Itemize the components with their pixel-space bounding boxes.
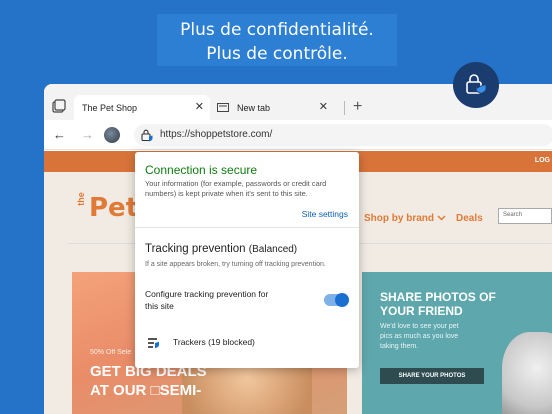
tab-label: New tab: [237, 102, 271, 113]
nav-deals[interactable]: Deals: [456, 213, 483, 224]
flyout-divider: [135, 227, 359, 228]
headline-line-2: Plus de contrôle.: [206, 44, 348, 64]
tab-actions-icon[interactable]: [51, 98, 67, 114]
login-link[interactable]: LOG: [535, 157, 550, 164]
promo-title: SHARE PHOTOS OF YOUR FRIEND: [380, 290, 496, 318]
tab-new-tab[interactable]: New tab ✕: [210, 95, 340, 120]
tracking-prevention-toggle[interactable]: [324, 293, 349, 307]
configure-tracking-label: Configure tracking prevention for this s…: [145, 289, 269, 311]
tracking-prevention-mode: (Balanced): [248, 244, 298, 255]
tab-close-icon[interactable]: ✕: [195, 100, 204, 113]
site-logo[interactable]: Pet: [89, 193, 138, 223]
cat-image: [502, 332, 552, 414]
tracking-prevention-heading: Tracking prevention (Balanced): [145, 243, 297, 255]
trackers-icon: [148, 338, 159, 349]
share-photos-button[interactable]: SHARE YOUR PHOTOS: [380, 368, 484, 384]
site-info-flyout: Connection is secure Your information (f…: [135, 152, 359, 368]
promo-body: We'd love to see your pet pics as much a…: [380, 323, 459, 350]
tab-divider: [344, 101, 345, 115]
shield-lock-icon: [453, 62, 499, 108]
site-logo-the: the: [75, 192, 86, 206]
nav-shop-by-brand[interactable]: Shop by brand: [364, 213, 446, 224]
connection-description: Your information (for example, passwords…: [145, 179, 327, 198]
site-info-lock-icon[interactable]: [140, 128, 154, 142]
url-text: https://shoppetstore.com/: [160, 129, 273, 140]
tab-the-pet-shop[interactable]: The Pet Shop ✕: [74, 95, 210, 120]
profile-avatar[interactable]: [104, 127, 120, 143]
nav-shop-by-brand-label: Shop by brand: [364, 213, 434, 224]
promo-banner-share-photos: SHARE PHOTOS OF YOUR FRIEND We'd love to…: [362, 272, 552, 414]
new-tab-page-icon: [217, 103, 229, 112]
toggle-knob: [335, 293, 349, 307]
tab-label: The Pet Shop: [82, 102, 138, 113]
promo-subtitle: 50% Off Sele: [90, 349, 132, 356]
back-button[interactable]: ←: [53, 127, 66, 142]
site-settings-link[interactable]: Site settings: [302, 209, 348, 219]
site-search-input[interactable]: Search: [498, 208, 552, 224]
tracking-prevention-hint: If a site appears broken, try turning of…: [145, 261, 326, 268]
trackers-blocked-item[interactable]: Trackers (19 blocked): [173, 337, 255, 347]
connection-status-title: Connection is secure: [145, 163, 258, 177]
navigation-toolbar: ← → https://shoppetstore.com/: [44, 120, 552, 150]
tab-close-icon[interactable]: ✕: [319, 100, 328, 113]
headline-banner: Plus de confidentialité. Plus de contrôl…: [157, 14, 397, 66]
new-tab-button[interactable]: +: [353, 98, 362, 116]
headline-line-1: Plus de confidentialité.: [180, 20, 374, 40]
chevron-down-icon: [437, 215, 446, 221]
address-bar[interactable]: https://shoppetstore.com/: [134, 124, 552, 146]
tracking-prevention-title: Tracking prevention: [145, 243, 246, 255]
forward-button[interactable]: →: [81, 127, 94, 142]
